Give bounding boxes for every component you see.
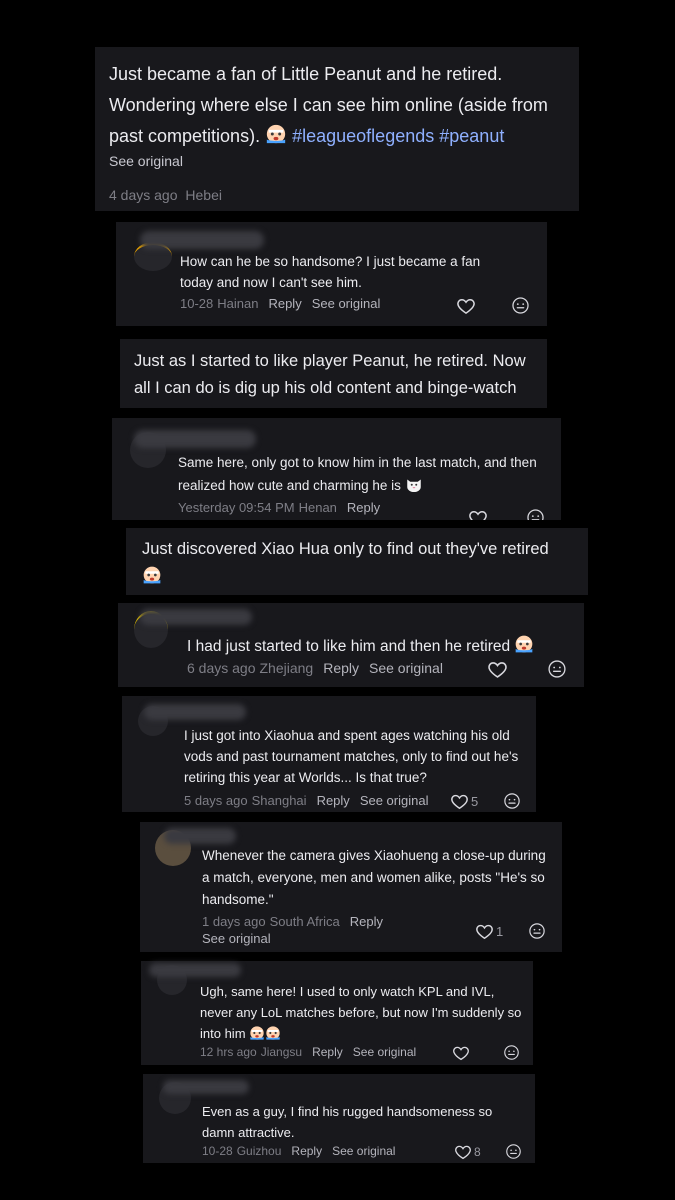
comment-time: 12 hrs ago — [200, 1045, 257, 1059]
comment-card: How can he be so handsome? I just became… — [116, 222, 547, 326]
comment-text-block: Ugh, same here! I used to only watch KPL… — [200, 981, 526, 1044]
comment-face-icon[interactable] — [547, 659, 567, 679]
redacted-username — [149, 963, 241, 977]
comment-location: Henan — [298, 500, 337, 515]
comment-location: Jiangsu — [260, 1045, 303, 1059]
like-count: 1 — [496, 924, 504, 939]
main-post: Just became a fan of Little Peanut and h… — [95, 47, 579, 211]
heart-icon[interactable] — [475, 922, 494, 941]
crying-face-emoji — [142, 565, 162, 585]
comment-face-icon[interactable] — [503, 1044, 520, 1061]
comment-time: Yesterday 09:54 PM — [178, 500, 295, 515]
comment-meta: 6 days ago Zhejiang Reply See original — [187, 660, 443, 676]
comment-text: How can he be so handsome? I just became… — [180, 254, 481, 290]
comment-text: I just got into Xiaohua and spent ages w… — [184, 728, 519, 785]
comment-card: Just discovered Xiao Hua only to find ou… — [126, 528, 588, 595]
comment-face-icon[interactable] — [511, 296, 530, 315]
heart-icon[interactable] — [487, 659, 508, 680]
see-original-link[interactable]: See original — [202, 931, 271, 946]
comment-card: Even as a guy, I find his rugged handsom… — [143, 1074, 535, 1163]
comment-face-icon[interactable] — [528, 922, 546, 940]
comment-meta: 12 hrs ago Jiangsu Reply See original — [200, 1045, 416, 1059]
crying-face-emoji — [265, 1025, 281, 1041]
post-text-block: Just became a fan of Little Peanut and h… — [109, 59, 571, 152]
reply-button[interactable]: Reply — [268, 296, 301, 311]
comment-card: Same here, only got to know him in the l… — [112, 418, 561, 520]
redacted-username — [140, 609, 252, 625]
comment-location: Guizhou — [236, 1144, 282, 1158]
reply-button[interactable]: Reply — [350, 914, 383, 929]
post-location: Hebei — [185, 187, 222, 203]
comment-card: Ugh, same here! I used to only watch KPL… — [141, 961, 533, 1065]
comment-time: 10-28 — [202, 1144, 233, 1158]
reply-button[interactable]: Reply — [312, 1045, 343, 1059]
comment-card: Just as I started to like player Peanut,… — [120, 339, 547, 408]
see-original-link[interactable]: See original — [109, 153, 183, 169]
reply-button[interactable]: Reply — [291, 1144, 322, 1158]
crying-face-emoji — [249, 1025, 265, 1041]
post-meta: 4 days ago Hebei — [109, 187, 222, 203]
cat-face-emoji — [405, 475, 423, 493]
comment-text-block: Same here, only got to know him in the l… — [178, 451, 538, 497]
see-original-link[interactable]: See original — [312, 296, 381, 311]
crying-face-emoji — [514, 634, 534, 654]
heart-icon[interactable] — [450, 792, 469, 811]
crying-face-emoji — [265, 123, 287, 145]
comment-card: I just got into Xiaohua and spent ages w… — [122, 696, 536, 812]
comment-meta: 5 days ago Shanghai Reply See original — [184, 793, 428, 808]
comment-face-icon[interactable] — [505, 1143, 522, 1160]
comment-location: Shanghai — [251, 793, 307, 808]
comment-text-block: Just discovered Xiao Hua only to find ou… — [142, 535, 562, 591]
redacted-username — [163, 1080, 249, 1094]
see-original-link[interactable]: See original — [332, 1144, 395, 1158]
hashtag-leagueoflegends[interactable]: #leagueoflegends — [292, 126, 434, 146]
comment-text-block: I had just started to like him and then … — [187, 634, 567, 658]
comment-time: 1 days ago — [202, 914, 266, 929]
comment-text: Just as I started to like player Peanut,… — [134, 352, 526, 397]
redacted-username — [134, 430, 256, 448]
like-count: 5 — [471, 794, 479, 809]
like-count: 8 — [474, 1145, 481, 1159]
comment-time: 5 days ago — [184, 793, 248, 808]
comment-time: 6 days ago — [187, 660, 256, 676]
heart-icon[interactable] — [452, 1044, 470, 1062]
heart-icon[interactable] — [454, 1143, 472, 1161]
post-time: 4 days ago — [109, 187, 178, 203]
reply-button[interactable]: Reply — [323, 660, 359, 676]
comment-face-icon[interactable] — [503, 792, 521, 810]
see-original-link[interactable]: See original — [369, 660, 443, 676]
comment-card: Whenever the camera gives Xiaohueng a cl… — [140, 822, 562, 952]
comment-text: I had just started to like him and then … — [187, 638, 511, 655]
comment-meta: Yesterday 09:54 PM Henan Reply — [178, 500, 380, 515]
comment-meta: 10-28 Guizhou Reply See original — [202, 1144, 395, 1158]
see-original-link[interactable]: See original — [353, 1045, 416, 1059]
comment-face-icon[interactable] — [526, 508, 545, 520]
reply-button[interactable]: Reply — [317, 793, 350, 808]
comment-location: Zhejiang — [259, 660, 314, 676]
comment-text: Even as a guy, I find his rugged handsom… — [202, 1104, 493, 1140]
see-original-link[interactable]: See original — [360, 793, 429, 808]
comment-meta: 1 days ago South Africa Reply — [202, 914, 383, 929]
comment-card: I had just started to like him and then … — [118, 603, 584, 687]
reply-button[interactable]: Reply — [347, 500, 380, 515]
redacted-username — [164, 828, 236, 844]
comment-meta: 10-28 Hainan Reply See original — [180, 296, 380, 311]
comment-text: Same here, only got to know him in the l… — [178, 455, 537, 493]
comment-text: Whenever the camera gives Xiaohueng a cl… — [202, 848, 546, 907]
heart-icon[interactable] — [456, 296, 476, 316]
heart-icon[interactable] — [468, 508, 488, 520]
redacted-username — [140, 231, 264, 249]
comment-location: Hainan — [217, 296, 259, 311]
comment-location: South Africa — [269, 914, 340, 929]
comment-text: Just discovered Xiao Hua only to find ou… — [142, 540, 549, 558]
hashtag-peanut[interactable]: #peanut — [439, 126, 504, 146]
comment-time: 10-28 — [180, 296, 214, 311]
redacted-username — [144, 704, 246, 720]
